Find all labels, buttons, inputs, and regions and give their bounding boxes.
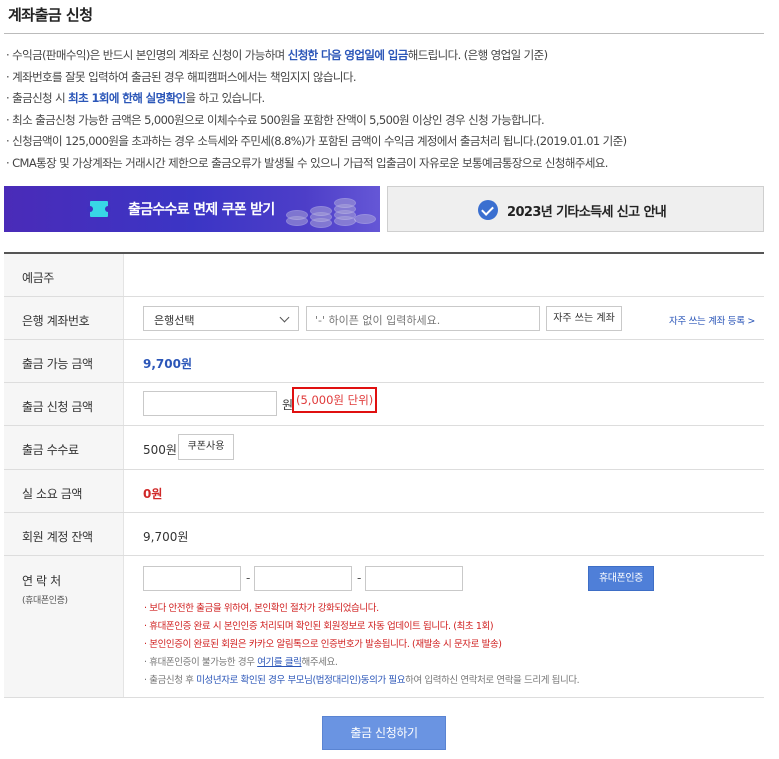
available-amount-label: 출금 가능 금액 — [22, 357, 93, 371]
account-balance-label: 회원 계정 잔액 — [22, 530, 93, 544]
phone-part3-input[interactable] — [365, 566, 463, 591]
notice-item: · 계좌번호를 잘못 입력하여 출금된 경우 해피캠퍼스에서는 책임지지 않습니… — [6, 69, 357, 84]
phone-auth-button[interactable]: 휴대폰인증 — [588, 566, 654, 591]
favorite-account-button[interactable]: 자주 쓰는 계좌 — [546, 306, 622, 331]
withdrawal-form: 예금주 은행 계좌번호 은행선택 '-' 하이픈 없이 입력하세요. 자주 쓰는… — [4, 252, 764, 698]
auth-notes: · 보다 안전한 출금을 위하여, 본인확인 절차가 강화되었습니다. · 휴대… — [144, 600, 744, 690]
guardian-consent-text: 미성년자로 확인된 경우 부모님(법정대리인)동의가 필요 — [196, 675, 406, 686]
actual-amount-value: 0원 — [143, 487, 163, 501]
bank-select[interactable]: 은행선택 — [143, 306, 299, 331]
fee-coupon-banner[interactable]: 출금수수료 면제 쿠폰 받기 — [4, 186, 380, 232]
auth-note: · 출금신청 후 미성년자로 확인된 경우 부모님(법정대리인)동의가 필요하여… — [144, 675, 580, 686]
notice-item: · 출금신청 시 최초 1회에 한해 실명확인을 하고 있습니다. — [6, 91, 265, 106]
contact-sublabel: (휴대폰인증) — [22, 596, 68, 606]
bank-select-value: 은행선택 — [154, 314, 195, 327]
notice-item: · CMA통장 및 가상계좌는 거래시간 제한으로 출금오류가 발생될 수 있으… — [6, 155, 608, 170]
contact-label: 연 락 처 — [22, 574, 61, 588]
phone-part1-input[interactable] — [143, 566, 241, 591]
row-actual-amount: 실 소요 금액 0원 — [4, 470, 764, 513]
phone-part2-input[interactable] — [254, 566, 352, 591]
page-title: 계좌출금 신청 — [8, 6, 93, 24]
row-bank-account: 은행 계좌번호 은행선택 '-' 하이픈 없이 입력하세요. 자주 쓰는 계좌 … — [4, 297, 764, 340]
tax-notice-banner-label: 2023년 기타소득세 신고 안내 — [507, 205, 667, 220]
register-favorite-account-link[interactable]: 자주 쓰는 계좌 등록 > — [669, 313, 755, 327]
tax-notice-banner[interactable]: 2023년 기타소득세 신고 안내 — [387, 186, 764, 232]
unit-note-highlight: (5,000원 단위) — [292, 387, 378, 413]
row-request-amount: 출금 신청 금액 원 (5,000원 단위) — [4, 383, 764, 426]
chevron-down-icon — [279, 312, 290, 323]
fee-label: 출금 수수료 — [22, 443, 79, 457]
notice-item: · 신청금액이 125,000원을 초과하는 경우 소득세와 주민세(8.8%)… — [6, 134, 627, 149]
phone-separator: - — [246, 571, 251, 585]
row-account-balance: 회원 계정 잔액 9,700원 — [4, 513, 764, 556]
row-contact: 연 락 처 (휴대폰인증) - - 휴대폰인증 · 보다 안전한 출금을 위하여… — [4, 556, 764, 698]
notice-highlight: 신청한 다음 영업일에 입금 — [287, 48, 409, 62]
auth-note: · 보다 안전한 출금을 위하여, 본인확인 절차가 강화되었습니다. — [144, 603, 379, 614]
auth-note: · 본인인증이 완료된 회원은 카카오 알림톡으로 인증번호가 발송됩니다. (… — [144, 639, 502, 650]
row-depositor: 예금주 — [4, 254, 764, 297]
auth-note: · 휴대폰인증이 불가능한 경우 여기를 클릭해주세요. — [144, 657, 338, 668]
row-fee: 출금 수수료 500원 쿠폰사용 — [4, 426, 764, 470]
actual-amount-label: 실 소요 금액 — [22, 487, 83, 501]
phone-separator: - — [357, 571, 362, 585]
account-number-input[interactable]: '-' 하이픈 없이 입력하세요. — [306, 306, 540, 331]
ticket-icon — [87, 201, 111, 217]
check-circle-icon — [478, 200, 498, 220]
coins-illustration — [286, 190, 376, 230]
use-coupon-button[interactable]: 쿠폰사용 — [178, 434, 234, 460]
bank-account-label: 은행 계좌번호 — [22, 314, 90, 328]
notice-item: · 수익금(판매수익)은 반드시 본인명의 계좌로 신청이 가능하며 신청한 다… — [6, 48, 548, 62]
submit-withdrawal-button[interactable]: 출금 신청하기 — [322, 716, 446, 750]
notice-highlight: 최초 1회에 한해 실명확인 — [68, 91, 186, 106]
auth-note: · 휴대폰인증 완료 시 본인인증 처리되며 확인된 회원정보로 자동 업데이트… — [144, 621, 494, 632]
click-here-link[interactable]: 여기를 클릭 — [257, 657, 302, 668]
depositor-label: 예금주 — [22, 271, 54, 285]
request-amount-label: 출금 신청 금액 — [22, 400, 93, 414]
title-divider — [4, 33, 764, 34]
notice-item: · 최소 출금신청 가능한 금액은 5,000원으로 이체수수료 500원을 포… — [6, 112, 545, 127]
notice-list: · 수익금(판매수익)은 반드시 본인명의 계좌로 신청이 가능하며 신청한 다… — [6, 45, 766, 175]
request-amount-input[interactable] — [143, 391, 277, 416]
row-available-amount: 출금 가능 금액 9,700원 — [4, 340, 764, 383]
fee-value: 500원 — [143, 443, 177, 457]
fee-coupon-banner-label: 출금수수료 면제 쿠폰 받기 — [128, 202, 275, 218]
account-balance-value: 9,700원 — [143, 530, 189, 544]
available-amount-value: 9,700원 — [143, 357, 192, 371]
